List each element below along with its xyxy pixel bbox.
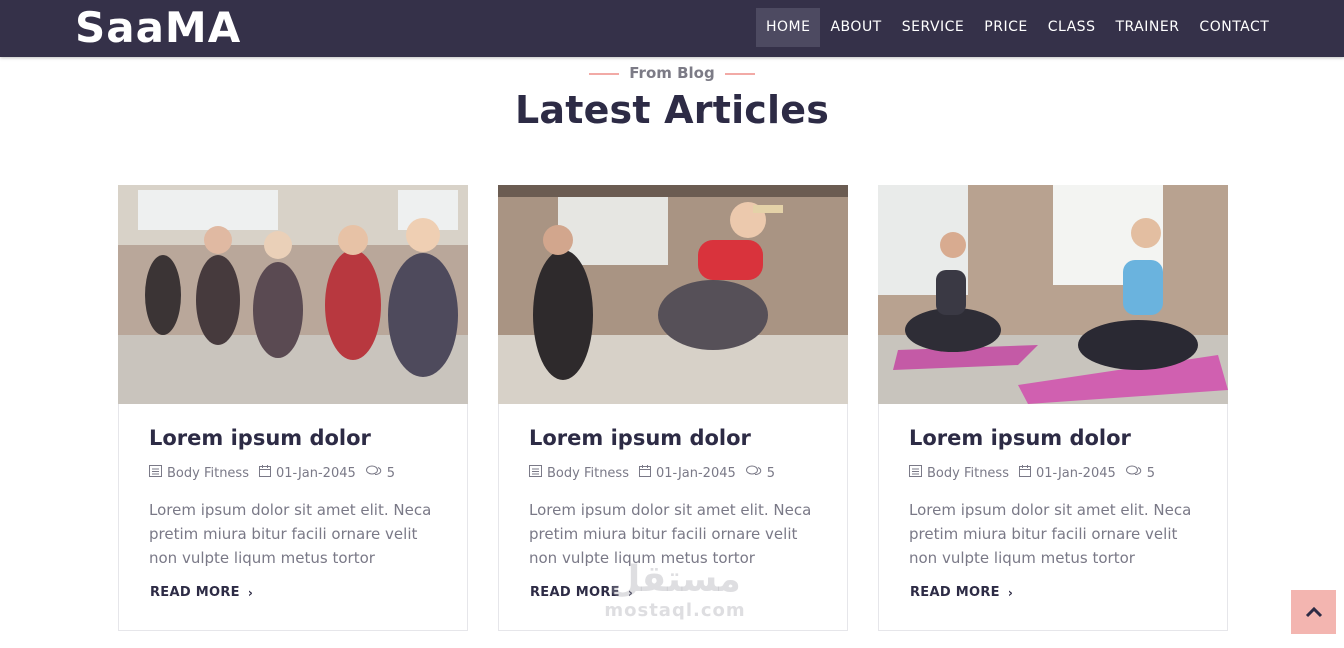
calendar-icon (258, 465, 271, 481)
category-label: Body Fitness (167, 465, 249, 481)
main-nav: HOME ABOUT SERVICE PRICE CLASS TRAINER C… (756, 8, 1279, 47)
category-label: Body Fitness (927, 465, 1009, 481)
article-image[interactable] (118, 185, 468, 404)
article-meta: Body Fitness 01-Jan-2045 5 (529, 465, 785, 481)
article-meta: Body Fitness 01-Jan-2045 5 (909, 465, 1165, 481)
article-image[interactable] (498, 185, 848, 404)
comments-count: 5 (766, 465, 776, 481)
nav-trainer[interactable]: TRAINER (1105, 8, 1189, 47)
divider-left (589, 72, 620, 75)
read-more-link[interactable]: READ MORE › (530, 585, 633, 600)
article-card: Lorem ipsum dolor Body Fitness 01-Jan-20… (118, 185, 468, 631)
nav-about[interactable]: ABOUT (820, 8, 891, 47)
comments-count: 5 (1146, 465, 1156, 481)
nav-price[interactable]: PRICE (974, 8, 1037, 47)
chevron-right-icon: › (1007, 585, 1014, 600)
date-label: 01-Jan-2045 (1035, 465, 1116, 481)
category-label: Body Fitness (547, 465, 629, 481)
comments-count: 5 (386, 465, 396, 481)
date-label: 01-Jan-2045 (275, 465, 356, 481)
meta-date: 01-Jan-2045 (1018, 465, 1116, 481)
list-icon (909, 465, 922, 481)
comments-icon (365, 465, 382, 481)
article-image[interactable] (878, 185, 1228, 404)
read-more-label: READ MORE (150, 585, 240, 600)
article-title[interactable]: Lorem ipsum dolor (909, 426, 1131, 450)
nav-service[interactable]: SERVICE (892, 8, 975, 47)
date-label: 01-Jan-2045 (655, 465, 736, 481)
meta-comments: 5 (745, 465, 776, 481)
meta-date: 01-Jan-2045 (258, 465, 356, 481)
chevron-right-icon: › (627, 585, 634, 600)
read-more-label: READ MORE (910, 585, 1000, 600)
section-title: Latest Articles (514, 88, 830, 132)
article-meta: Body Fitness 01-Jan-2045 5 (149, 465, 405, 481)
eyebrow-text: From Blog (629, 64, 715, 82)
meta-comments: 5 (365, 465, 396, 481)
read-more-link[interactable]: READ MORE › (150, 585, 253, 600)
back-to-top-button[interactable] (1291, 590, 1336, 634)
list-icon (529, 465, 542, 481)
article-card: Lorem ipsum dolor Body Fitness 01-Jan-20… (498, 185, 848, 631)
meta-category: Body Fitness (909, 465, 1009, 481)
comments-icon (1125, 465, 1142, 481)
meta-date: 01-Jan-2045 (638, 465, 736, 481)
list-icon (149, 465, 162, 481)
read-more-label: READ MORE (530, 585, 620, 600)
article-title[interactable]: Lorem ipsum dolor (149, 426, 371, 450)
article-excerpt: Lorem ipsum dolor sit amet elit. Neca pr… (529, 501, 812, 567)
article-excerpt: Lorem ipsum dolor sit amet elit. Neca pr… (909, 501, 1192, 567)
chevron-up-icon (1305, 603, 1323, 622)
meta-comments: 5 (1125, 465, 1156, 481)
calendar-icon (1018, 465, 1031, 481)
top-navbar: SaaMA HOME ABOUT SERVICE PRICE CLASS TRA… (0, 0, 1344, 57)
chevron-right-icon: › (247, 585, 254, 600)
article-card: Lorem ipsum dolor Body Fitness 01-Jan-20… (878, 185, 1228, 631)
divider-right (724, 72, 755, 75)
calendar-icon (638, 465, 651, 481)
nav-class[interactable]: CLASS (1038, 8, 1106, 47)
section-eyebrow: From Blog (0, 64, 1344, 82)
nav-contact[interactable]: CONTACT (1189, 8, 1279, 47)
nav-home[interactable]: HOME (756, 8, 821, 47)
meta-category: Body Fitness (149, 465, 249, 481)
read-more-link[interactable]: READ MORE › (910, 585, 1013, 600)
article-excerpt: Lorem ipsum dolor sit amet elit. Neca pr… (149, 501, 432, 567)
site-logo[interactable]: SaaMA (75, 2, 241, 54)
comments-icon (745, 465, 762, 481)
meta-category: Body Fitness (529, 465, 629, 481)
article-title[interactable]: Lorem ipsum dolor (529, 426, 751, 450)
